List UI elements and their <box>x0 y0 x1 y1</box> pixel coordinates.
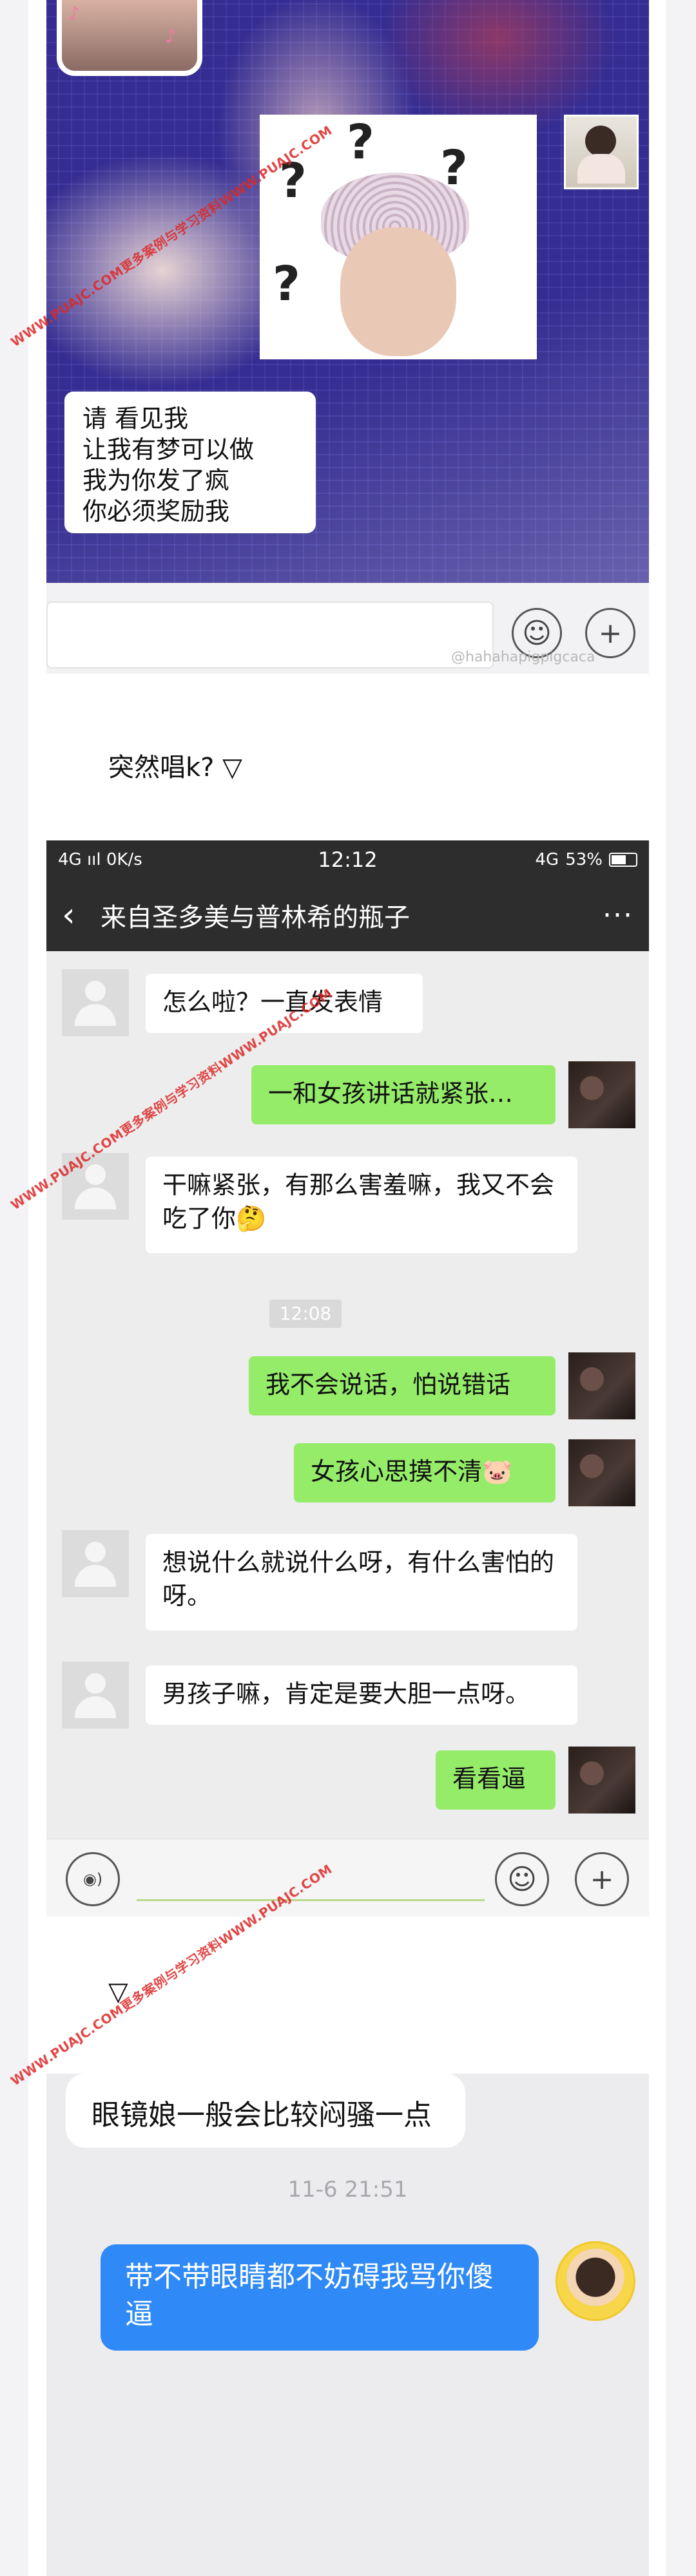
my-avatar[interactable] <box>568 1747 635 1814</box>
lyric-line: 你必须奖励我 <box>82 497 230 526</box>
chat-title: 来自圣多美与普林希的瓶子 <box>101 903 410 933</box>
message-incoming[interactable]: 干嘛紧张，有那么害羞嘛，我又不会吃了你🤔 <box>146 1157 577 1253</box>
status-bar: 4G ııl 0K/s 12:12 4G 53% <box>46 840 649 879</box>
my-avatar[interactable] <box>568 1061 635 1128</box>
lyric-line: 让我有梦可以做 <box>82 435 255 464</box>
lyric-bubble: 请 看见我 让我有梦可以做 我为你发了疯 你必须奖励我 <box>64 392 316 533</box>
lyric-line: 我为你发了疯 <box>82 466 230 495</box>
message-timestamp: 12:08 <box>269 1300 342 1328</box>
voice-icon[interactable]: ◉) <box>66 1852 120 1906</box>
plus-icon[interactable]: + <box>575 1852 629 1906</box>
music-note-icon: ♪ <box>165 26 177 47</box>
question-mark: ? <box>440 140 468 196</box>
caption-text: 突然唱k? ▽ <box>46 737 649 793</box>
weibo-watermark: @hahahapigpigcaca <box>451 649 595 665</box>
contact-avatar[interactable] <box>62 1662 129 1728</box>
status-time: 12:12 <box>318 848 378 872</box>
message-timestamp: 11-6 21:51 <box>287 2177 408 2202</box>
message-outgoing[interactable]: 带不带眼睛都不妨碍我骂你傻逼 <box>101 2244 539 2351</box>
lyric-line: 请 看见我 <box>82 404 189 433</box>
user-avatar[interactable] <box>564 115 639 189</box>
question-mark: ? <box>273 256 300 312</box>
my-avatar[interactable] <box>568 1439 635 1506</box>
qq-screenshot: 眼镜娘一般会比较闷骚一点 11-6 21:51 带不带眼睛都不妨碍我骂你傻逼 <box>46 2074 649 2576</box>
message-incoming[interactable]: 男孩子嘛，肯定是要大胆一点呀。 <box>146 1665 577 1725</box>
my-avatar[interactable] <box>568 1352 635 1419</box>
message-outgoing[interactable]: 我不会说话，怕说错话 <box>249 1356 556 1416</box>
message-input[interactable] <box>46 601 494 668</box>
more-menu-icon[interactable]: ··· <box>603 899 633 932</box>
back-arrow-icon[interactable]: ‹ <box>62 896 101 934</box>
sticker-thumbnail[interactable]: ♪ ♪ <box>57 0 202 76</box>
message-incoming[interactable]: 想说什么就说什么呀，有什么害怕的呀。 <box>146 1534 577 1631</box>
message-outgoing[interactable]: 一和女孩讲话就紧张… <box>251 1065 556 1124</box>
contact-avatar[interactable] <box>62 969 129 1036</box>
contact-avatar[interactable] <box>62 1530 129 1597</box>
wechat-input-bar: ◉) ☺ + <box>46 1839 649 1917</box>
emoji-icon[interactable]: ☺ <box>495 1852 549 1906</box>
music-note-icon: ♪ <box>68 3 80 24</box>
avatar-body <box>577 154 625 184</box>
message-incoming[interactable]: 眼镜娘一般会比较闷骚一点 <box>66 2074 465 2148</box>
battery-icon <box>609 853 637 867</box>
question-mark: ? <box>347 115 374 170</box>
meme-face <box>340 227 456 356</box>
message-input[interactable] <box>137 1899 485 1901</box>
message-outgoing[interactable]: 看看逼 <box>436 1750 556 1810</box>
my-avatar[interactable] <box>556 2241 635 2321</box>
chat-titlebar: ‹ 来自圣多美与普林希的瓶子 ··· <box>46 879 649 951</box>
message-outgoing[interactable]: 女孩心思摸不清🐷 <box>294 1443 556 1502</box>
avatar-head <box>585 126 616 156</box>
